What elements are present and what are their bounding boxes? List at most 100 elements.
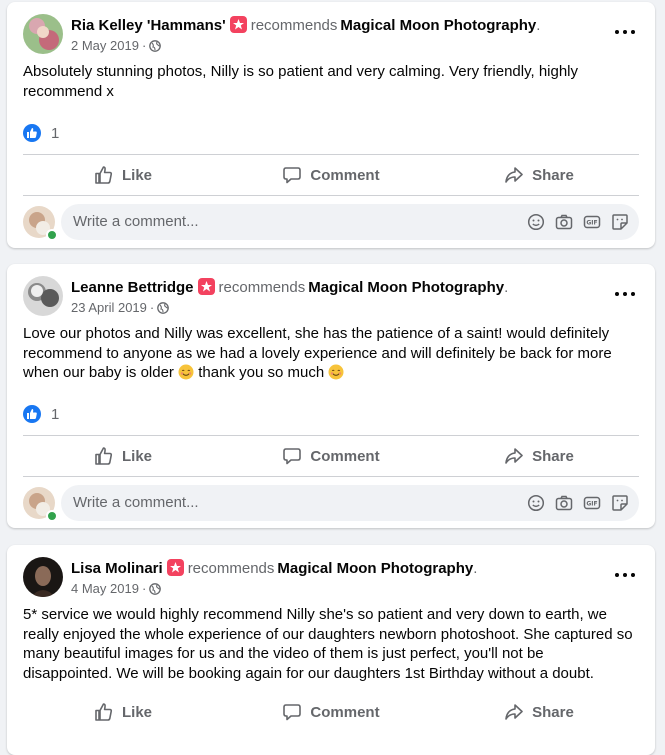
divider bbox=[23, 476, 639, 477]
gif-icon[interactable]: GIF bbox=[583, 213, 601, 231]
like-icon bbox=[95, 703, 113, 721]
comment-icon bbox=[283, 448, 302, 465]
share-icon bbox=[505, 448, 523, 464]
action-bar: Like Comment Share bbox=[23, 438, 639, 474]
like-icon bbox=[95, 447, 113, 465]
share-button[interactable]: Share bbox=[439, 157, 639, 193]
reaction-count: 1 bbox=[51, 125, 60, 142]
like-icon bbox=[95, 166, 113, 184]
recommend-icon bbox=[229, 16, 247, 33]
page-link[interactable]: Magical Moon Photography bbox=[308, 279, 504, 296]
recommend-icon bbox=[197, 278, 215, 295]
post-date[interactable]: 4 May 2019 bbox=[71, 581, 139, 596]
comment-icon bbox=[283, 167, 302, 184]
post-meta: 23 April 2019 · bbox=[71, 300, 170, 316]
sticker-icon[interactable] bbox=[611, 213, 629, 231]
separator: · bbox=[149, 300, 155, 315]
recommends-text: recommends bbox=[218, 279, 306, 296]
post-header: Leanne Bettridge recommends Magical Moon P… bbox=[23, 276, 639, 320]
smiley-icon[interactable] bbox=[527, 494, 545, 512]
comment-input[interactable]: Write a comment... GIF bbox=[61, 204, 639, 240]
like-button[interactable]: Like bbox=[23, 438, 223, 474]
divider bbox=[23, 195, 639, 196]
globe-icon bbox=[149, 40, 162, 52]
comment-composer: Write a comment... GIF bbox=[23, 485, 639, 522]
share-label: Share bbox=[532, 703, 574, 721]
comment-icon bbox=[283, 704, 302, 721]
like-label: Like bbox=[121, 166, 152, 184]
online-indicator bbox=[46, 229, 58, 241]
divider bbox=[23, 435, 639, 436]
comment-label: Comment bbox=[310, 703, 380, 721]
globe-icon bbox=[157, 302, 170, 314]
like-button[interactable]: Like bbox=[23, 157, 223, 193]
comment-input[interactable]: Write a comment... GIF bbox=[61, 485, 639, 521]
review-card: Ria Kelley 'Hammans' recommends Magical Mo… bbox=[7, 2, 655, 248]
review-text-part: thank you so much bbox=[194, 364, 329, 381]
post-header: Ria Kelley 'Hammans' recommends Magical Mo… bbox=[23, 14, 639, 58]
separator: · bbox=[141, 581, 147, 596]
share-icon bbox=[505, 704, 523, 720]
recommend-icon bbox=[166, 559, 184, 576]
page-link[interactable]: Magical Moon Photography bbox=[340, 17, 536, 34]
avatar[interactable] bbox=[23, 557, 63, 597]
review-text: Love our photos and Nilly was excellent,… bbox=[23, 324, 635, 383]
avatar[interactable] bbox=[23, 276, 63, 316]
period: . bbox=[504, 279, 509, 296]
sticker-icon[interactable] bbox=[611, 494, 629, 512]
comment-tools: GIF bbox=[517, 213, 629, 231]
page-link[interactable]: Magical Moon Photography bbox=[277, 560, 473, 577]
svg-text:GIF: GIF bbox=[586, 501, 597, 508]
like-label: Like bbox=[121, 703, 152, 721]
more-options-icon[interactable] bbox=[611, 563, 639, 587]
share-button[interactable]: Share bbox=[439, 694, 639, 730]
post-date[interactable]: 23 April 2019 bbox=[71, 300, 147, 315]
review-card: Leanne Bettridge recommends Magical Moon P… bbox=[7, 264, 655, 528]
share-icon bbox=[505, 167, 523, 183]
period: . bbox=[473, 560, 478, 577]
review-card: Lisa Molinari recommends Magical Moon Phot… bbox=[7, 545, 655, 755]
camera-icon[interactable] bbox=[555, 494, 573, 512]
like-label: Like bbox=[121, 447, 152, 465]
smiley-icon[interactable] bbox=[527, 213, 545, 231]
recommends-text: recommends bbox=[187, 560, 275, 577]
post-meta: 4 May 2019 · bbox=[71, 581, 162, 597]
author-line: Leanne Bettridge recommends Magical Moon P… bbox=[71, 278, 508, 298]
author-line: Lisa Molinari recommends Magical Moon Phot… bbox=[71, 559, 477, 579]
comment-placeholder: Write a comment... bbox=[73, 494, 199, 511]
online-indicator bbox=[46, 510, 58, 522]
comment-button[interactable]: Comment bbox=[223, 694, 439, 730]
comment-placeholder: Write a comment... bbox=[73, 213, 199, 230]
share-label: Share bbox=[532, 166, 574, 184]
comment-label: Comment bbox=[310, 166, 380, 184]
review-text: Absolutely stunning photos, Nilly is so … bbox=[23, 63, 579, 100]
camera-icon[interactable] bbox=[555, 213, 573, 231]
reaction-count: 1 bbox=[51, 406, 60, 423]
author-name[interactable]: Ria Kelley 'Hammans' bbox=[71, 17, 226, 34]
post-date[interactable]: 2 May 2019 bbox=[71, 38, 139, 53]
review-text: 5* service we would highly recommend Nil… bbox=[23, 606, 633, 682]
comment-composer: Write a comment... GIF bbox=[23, 204, 639, 241]
more-options-icon[interactable] bbox=[611, 282, 639, 306]
svg-text:GIF: GIF bbox=[586, 220, 597, 227]
avatar[interactable] bbox=[23, 14, 63, 54]
action-bar: Like Comment Share bbox=[23, 694, 639, 730]
more-options-icon[interactable] bbox=[611, 20, 639, 44]
comment-button[interactable]: Comment bbox=[223, 157, 439, 193]
like-badge-icon bbox=[23, 124, 41, 142]
period: . bbox=[536, 17, 541, 34]
share-button[interactable]: Share bbox=[439, 438, 639, 474]
author-line: Ria Kelley 'Hammans' recommends Magical Mo… bbox=[71, 16, 540, 36]
divider bbox=[23, 154, 639, 155]
like-badge-icon bbox=[23, 405, 41, 423]
author-name[interactable]: Lisa Molinari bbox=[71, 560, 163, 577]
action-bar: Like Comment Share bbox=[23, 157, 639, 193]
comment-button[interactable]: Comment bbox=[223, 438, 439, 474]
author-name[interactable]: Leanne Bettridge bbox=[71, 279, 194, 296]
gif-icon[interactable]: GIF bbox=[583, 494, 601, 512]
share-label: Share bbox=[532, 447, 574, 465]
post-meta: 2 May 2019 · bbox=[71, 38, 162, 54]
like-button[interactable]: Like bbox=[23, 694, 223, 730]
recommends-text: recommends bbox=[250, 17, 338, 34]
globe-icon bbox=[149, 583, 162, 595]
